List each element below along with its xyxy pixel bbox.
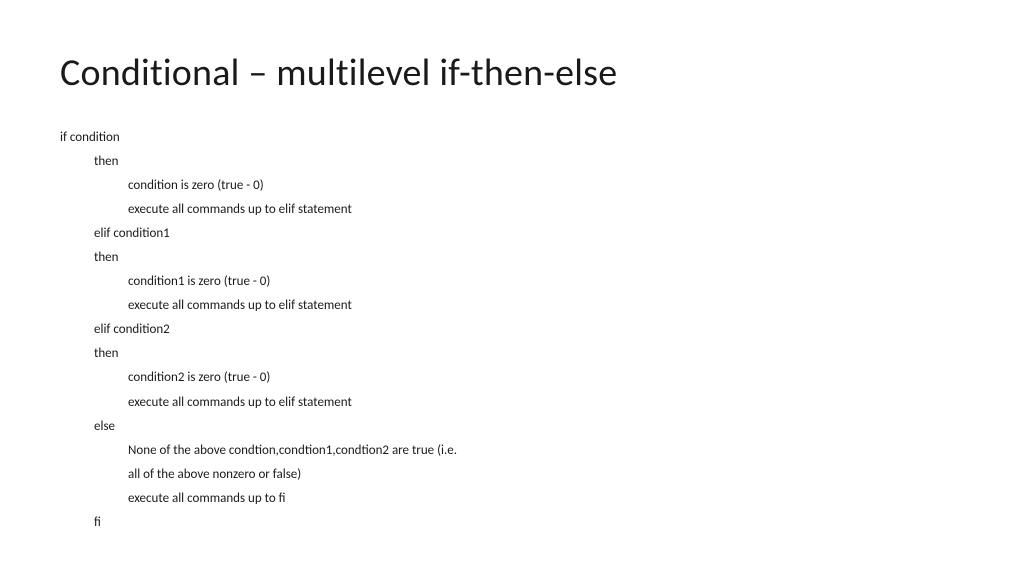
code-line: execute all commands up to fi — [60, 487, 964, 511]
code-line: condition1 is zero (true - 0) — [60, 270, 964, 294]
code-line: else — [60, 415, 964, 439]
slide: Conditional – multilevel if-then-else if… — [0, 0, 1024, 576]
code-line: execute all commands up to elif statemen… — [60, 391, 964, 415]
slide-body: if conditionthencondition is zero (true … — [60, 126, 964, 535]
code-line: if condition — [60, 126, 964, 150]
code-line: all of the above nonzero or false) — [60, 463, 964, 487]
code-line: then — [60, 150, 964, 174]
code-line: elif condition1 — [60, 222, 964, 246]
code-line: elif condition2 — [60, 318, 964, 342]
code-line: execute all commands up to elif statemen… — [60, 294, 964, 318]
code-line: execute all commands up to elif statemen… — [60, 198, 964, 222]
code-line: fi — [60, 511, 964, 535]
code-line: condition2 is zero (true - 0) — [60, 366, 964, 390]
code-line: then — [60, 342, 964, 366]
code-line: then — [60, 246, 964, 270]
slide-title: Conditional – multilevel if-then-else — [60, 50, 964, 96]
code-line: None of the above condtion,condtion1,con… — [60, 439, 964, 463]
code-line: condition is zero (true - 0) — [60, 174, 964, 198]
